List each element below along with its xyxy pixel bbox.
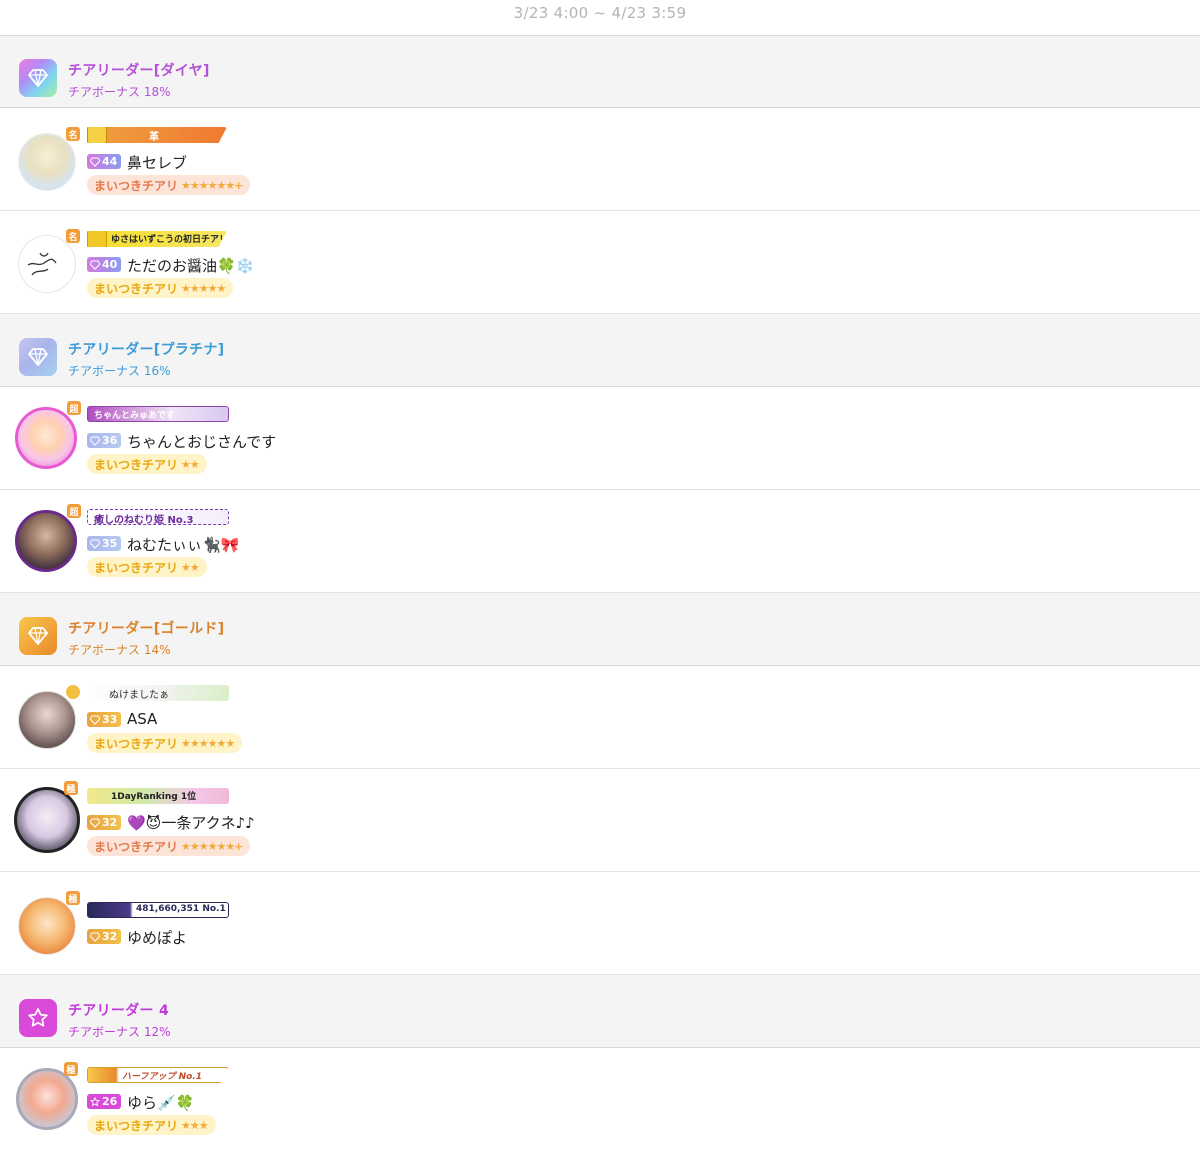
cheer-badge: まいつきチアリ ★★ (87, 557, 207, 577)
cheer-badge: まいつきチアリ ★★★★★★+ (87, 836, 251, 856)
rank-tag: 名 (66, 127, 80, 141)
diamond-icon (19, 617, 57, 655)
rank-tag: 超 (67, 504, 81, 518)
section-title: チアリーダー 4 (68, 1003, 170, 1019)
list-item[interactable]: ぬけましたぁ 33 ASA まいつきチアリ ★★★★★★ (0, 666, 1200, 769)
list-item[interactable]: 極 ハーフアップ No.1 26 ゆら💉🍀 まいつきチアリ ★★★ (0, 1048, 1200, 1151)
star-rating: ★★★★★★+ (181, 839, 243, 853)
period-text: 3/23 4:00 ~ 4/23 3:59 (513, 4, 687, 22)
title-badge[interactable]: ゆさはいずこうの初日チアリ (87, 231, 227, 247)
user-name: ただのお醤油🍀❄️ (127, 257, 255, 275)
avatar[interactable]: 極 (18, 891, 80, 955)
title-badge[interactable]: ハーフアップ No.1 (87, 1067, 229, 1083)
level-badge: 35 (87, 536, 122, 551)
level-badge: 26 (87, 1094, 122, 1109)
diamond-icon (90, 260, 100, 270)
period-bar: 3/23 4:00 ~ 4/23 3:59 (0, 0, 1200, 36)
user-name: ゆら💉🍀 (127, 1094, 195, 1112)
section-title: チアリーダー[ダイヤ] (68, 63, 210, 79)
level-badge: 44 (87, 154, 122, 169)
star-rating: ★★ (181, 560, 200, 574)
title-badge-text: 革 (149, 132, 159, 143)
cheer-badge: まいつきチアリ ★★★★★★+ (87, 175, 251, 195)
list-item[interactable]: 極 1DayRanking 1位 32 💜😈一条アクネ♪♪ まいつきチアリ ★★… (0, 769, 1200, 872)
cheer-badge: まいつきチアリ ★★ (87, 454, 207, 474)
diamond-icon (90, 157, 100, 167)
section-header-platinum: チアリーダー[プラチナ] チアボーナス 16% (0, 314, 1200, 387)
title-badge-text: ハーフアップ No.1 (122, 1072, 202, 1082)
star-rating: ★★★★★★+ (181, 178, 243, 192)
avatar[interactable]: 超 (15, 504, 81, 572)
section-title: チアリーダー[ゴールド] (68, 621, 225, 637)
cheer-badge: まいつきチアリ ★★★★★★ (87, 733, 243, 753)
title-badge[interactable]: 481,660,351 No.1 (87, 902, 229, 918)
avatar[interactable]: 名 (18, 229, 80, 293)
avatar[interactable] (18, 685, 80, 749)
cheer-badge: まいつきチアリ ★★★★★ (87, 278, 234, 298)
diamond-icon (90, 715, 100, 725)
rank-tag: 極 (66, 891, 80, 905)
title-badge[interactable]: 革 (87, 127, 227, 143)
section-bonus: チアボーナス 14% (68, 643, 171, 657)
title-badge-text: ちゃんとみゅあです (94, 411, 175, 421)
avatar[interactable]: 極 (14, 781, 80, 853)
diamond-icon (90, 818, 100, 828)
section-bonus: チアボーナス 12% (68, 1025, 171, 1039)
title-badge-text: ゆさはいずこうの初日チアリ (111, 235, 229, 245)
section-header-gold: チアリーダー[ゴールド] チアボーナス 14% (0, 593, 1200, 666)
diamond-icon (19, 59, 57, 97)
title-badge[interactable]: 癒しのねむり姫 No.3 (87, 509, 229, 526)
user-name: 💜😈一条アクネ♪♪ (127, 814, 255, 832)
star-rating: ★★★★★★ (181, 736, 235, 750)
cheer-badge: まいつきチアリ ★★★ (87, 1115, 216, 1135)
title-badge-text: ぬけましたぁ (109, 690, 169, 701)
list-item[interactable]: 極 481,660,351 No.1 32 ゆめぽよ (0, 872, 1200, 975)
diamond-icon (19, 338, 57, 376)
title-badge-text: 481,660,351 No.1 (136, 904, 226, 914)
section-bonus: チアボーナス 16% (68, 364, 171, 378)
level-badge: 36 (87, 433, 122, 448)
level-badge: 32 (87, 929, 122, 944)
avatar[interactable]: 超 (15, 401, 81, 469)
level-badge: 32 (87, 815, 122, 830)
diamond-icon (90, 539, 100, 549)
user-name: 鼻セレブ (127, 154, 188, 172)
diamond-icon (90, 932, 100, 942)
star-rating: ★★★★★ (181, 281, 226, 295)
title-badge-text: 1DayRanking 1位 (111, 792, 197, 802)
user-name: ASA (127, 710, 158, 728)
rank-tag: 超 (67, 401, 81, 415)
signature-icon (27, 252, 57, 276)
list-item[interactable]: 超 ちゃんとみゅあです 36 ちゃんとおじさんです まいつきチアリ ★★ (0, 387, 1200, 490)
star-icon (90, 1096, 100, 1106)
title-badge-text: 癒しのねむり姫 No.3 (94, 515, 194, 526)
rank-tag: 名 (66, 229, 80, 243)
section-bonus: チアボーナス 18% (68, 85, 171, 99)
diamond-icon (90, 436, 100, 446)
avatar[interactable]: 名 (18, 127, 80, 191)
section-header-rank4: チアリーダー 4 チアボーナス 12% (0, 975, 1200, 1048)
title-badge[interactable]: 1DayRanking 1位 (87, 788, 229, 804)
list-item[interactable]: 名 革 44 鼻セレブ まいつきチアリ ★★★★★★+ (0, 108, 1200, 211)
rank-tag: 極 (64, 781, 78, 795)
user-name: ねむたぃぃ🐈‍⬛🎀 (127, 536, 240, 554)
star-icon (19, 999, 57, 1037)
rank-tag: 極 (64, 1062, 78, 1076)
list-item[interactable]: 名 ゆさはいずこうの初日チアリ 40 ただのお醤油🍀❄️ まいつきチアリ ★★★… (0, 211, 1200, 314)
star-rating: ★★★ (181, 1118, 209, 1132)
level-badge: 33 (87, 712, 122, 727)
section-header-diamond: チアリーダー[ダイヤ] チアボーナス 18% (0, 36, 1200, 108)
title-badge[interactable]: ちゃんとみゅあです (87, 406, 229, 422)
title-badge[interactable]: ぬけましたぁ (87, 685, 229, 701)
star-rating: ★★ (181, 457, 200, 471)
avatar[interactable]: 極 (16, 1062, 78, 1130)
section-title: チアリーダー[プラチナ] (68, 342, 225, 358)
level-badge: 40 (87, 257, 122, 272)
user-name: ゆめぽよ (127, 929, 188, 947)
user-name: ちゃんとおじさんです (127, 433, 277, 451)
list-item[interactable]: 超 癒しのねむり姫 No.3 35 ねむたぃぃ🐈‍⬛🎀 まいつきチアリ ★★ (0, 490, 1200, 593)
rank-tag (66, 685, 80, 699)
